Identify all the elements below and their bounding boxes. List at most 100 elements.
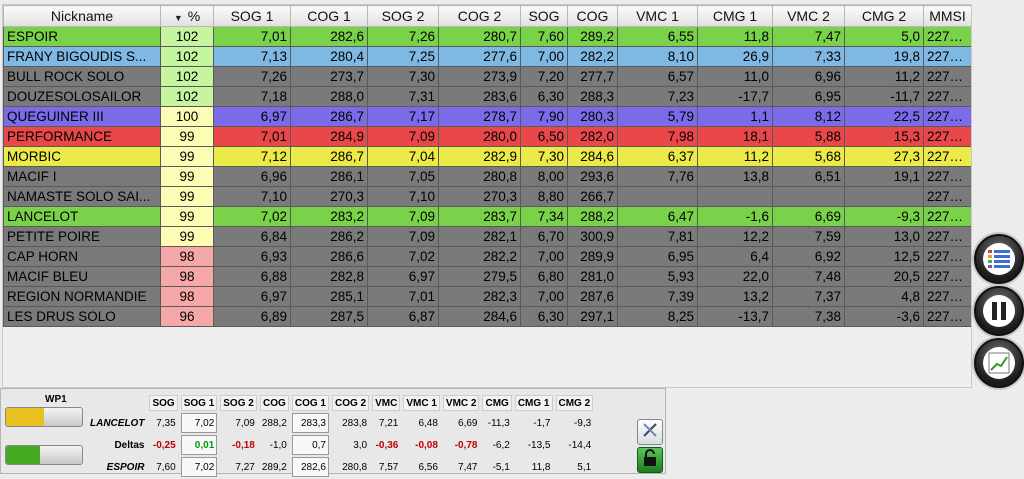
column-header[interactable]: COG 2	[438, 5, 521, 27]
comparison-value: 0,7	[291, 435, 329, 455]
value-cell: 288,0	[290, 86, 368, 107]
lock-button[interactable]	[637, 447, 663, 473]
column-header[interactable]: Nickname	[3, 5, 161, 27]
table-row[interactable]: LES DRUS SOLO 96 6,89 287,5 6,87 284,6 6,30 297…	[3, 306, 971, 327]
value-cell: 6,97	[213, 106, 291, 127]
comparison-value: -0,18	[232, 439, 255, 451]
list-view-button[interactable]	[974, 234, 1024, 284]
table-row[interactable]: BULL ROCK SOLO 102 7,26 273,7 7,30 273,9 7,20 2…	[3, 66, 971, 87]
table-row[interactable]: QUEGUINER III 100 6,97 286,7 7,17 278,7 7,90 28…	[3, 106, 971, 127]
column-header[interactable]: COG	[567, 5, 618, 27]
nickname-cell: NAMASTE SOLO SAI...	[3, 186, 161, 207]
value-cell: 7,09	[367, 126, 439, 147]
value-cell: 19,1	[844, 166, 924, 187]
pause-button[interactable]	[974, 286, 1024, 336]
value-cell: 13,0	[844, 226, 924, 247]
nickname-cell: PERFORMANCE	[3, 126, 161, 147]
value-cell: 7,00	[520, 286, 568, 307]
table-row[interactable]: MACIF BLEU 98 6,88 282,8 6,97 279,5 6,80 281,0 5…	[3, 266, 971, 287]
percent-cell: 102	[160, 66, 214, 87]
comparison-row: Deltas -0,25 0,01 -0,18 -1,0 0,7 3,0 -0,36 -0,08…	[88, 435, 593, 455]
value-cell	[772, 186, 845, 207]
value-cell: 2279...	[923, 306, 971, 327]
value-cell: 287,6	[567, 286, 618, 307]
percent-cell: 99	[160, 126, 214, 147]
comparison-header: SOG	[149, 395, 178, 411]
value-cell: 7,01	[213, 126, 291, 147]
column-header[interactable]: ▼%	[160, 5, 214, 27]
comparison-value: 288,2	[261, 417, 287, 429]
comparison-table: SOG SOG 1 SOG 2 COG COG 1 COG 2 VMC VMC 1 VMC 2C…	[85, 393, 596, 479]
comparison-header: COG 2	[332, 395, 370, 411]
table-row[interactable]: MORBIC 99 7,12 286,7 7,04 282,9 7,30 284,6 6,37 1…	[3, 146, 971, 167]
value-cell: 12,5	[844, 246, 924, 267]
table-row[interactable]: REGION NORMANDIE 98 6,97 285,1 7,01 282,3 7,00…	[3, 286, 971, 307]
value-cell: 7,02	[213, 206, 291, 227]
comparison-value: 7,02	[180, 457, 218, 477]
table-row[interactable]: DOUZESOLOSAILOR 102 7,18 288,0 7,31 283,6 6,30…	[3, 86, 971, 107]
comparison-value: -0,25	[152, 439, 176, 451]
value-cell: 6,4	[697, 246, 773, 267]
table-row[interactable]: FRANY BIGOUDIS S... 102 7,13 280,4 7,25 277,6…	[3, 46, 971, 67]
percent-cell: 102	[160, 26, 214, 47]
column-header[interactable]: CMG 1	[697, 5, 773, 27]
lock-icon	[642, 448, 658, 472]
comparison-value: 7,09	[235, 417, 255, 429]
column-header[interactable]: SOG	[520, 5, 568, 27]
column-header[interactable]: VMC 1	[617, 5, 698, 27]
value-cell: 5,93	[617, 266, 698, 287]
comparison-value: 3,0	[353, 439, 368, 451]
nickname-cell: BULL ROCK SOLO	[3, 66, 161, 87]
value-cell: 6,57	[617, 66, 698, 87]
table-row[interactable]: LANCELOT 99 7,02 283,2 7,09 283,7 7,34 288,2 6,4…	[3, 206, 971, 227]
table-row[interactable]: PERFORMANCE 99 7,01 284,9 7,09 280,0 6,50 282,0…	[3, 126, 971, 147]
chart-button[interactable]	[974, 338, 1024, 388]
value-cell: 280,7	[438, 26, 521, 47]
value-cell: 277,7	[567, 66, 618, 87]
comparison-row: LANCELOT 7,35 7,02 7,09 288,2 283,3 283,8 7,21 6…	[88, 413, 593, 433]
value-cell: 6,92	[772, 246, 845, 267]
value-cell: 282,2	[438, 246, 521, 267]
column-header[interactable]: COG 1	[290, 5, 368, 27]
value-cell: 11,2	[697, 146, 773, 167]
column-header-label: SOG 1	[230, 8, 274, 24]
tools-button[interactable]	[637, 419, 663, 445]
table-row[interactable]: MACIF I 99 6,96 286,1 7,05 280,8 8,00 293,6 7,76…	[3, 166, 971, 187]
comparison-value: -11,3	[487, 417, 510, 429]
table-row[interactable]: PETITE POIRE 99 6,84 286,2 7,09 282,1 6,70 300,…	[3, 226, 971, 247]
value-cell: 6,97	[213, 286, 291, 307]
percent-cell: 98	[160, 266, 214, 287]
value-cell: 7,30	[367, 66, 439, 87]
comparison-value: -14,4	[568, 439, 592, 451]
column-header-label: CMG 2	[861, 8, 907, 24]
column-header[interactable]: MMSI	[923, 5, 971, 27]
sort-desc-icon: ▼	[173, 13, 183, 23]
value-cell: 7,81	[617, 226, 698, 247]
value-cell: 6,47	[617, 206, 698, 227]
value-cell: 286,7	[290, 106, 368, 127]
value-cell: 7,37	[772, 286, 845, 307]
comparison-value: -9,3	[573, 417, 592, 429]
nickname-cell: DOUZESOLOSAILOR	[3, 86, 161, 107]
percent-cell: 99	[160, 206, 214, 227]
table-row[interactable]: ESPOIR 102 7,01 282,6 7,26 280,7 7,60 289,2 6,55…	[3, 26, 971, 47]
comparison-header: COG 1	[291, 395, 329, 411]
column-header[interactable]: SOG 2	[367, 5, 439, 27]
column-header-label: SOG	[528, 8, 560, 24]
table-row[interactable]: NAMASTE SOLO SAI... 99 7,10 270,3 7,10 270,3 8…	[3, 186, 971, 207]
column-header[interactable]: SOG 1	[213, 5, 291, 27]
value-cell: 20,5	[844, 266, 924, 287]
value-cell: 7,09	[367, 226, 439, 247]
value-cell: 2279...	[923, 126, 971, 147]
value-cell: 270,3	[438, 186, 521, 207]
value-cell	[617, 186, 698, 207]
value-cell: 284,9	[290, 126, 368, 147]
value-cell: 2279...	[923, 26, 971, 47]
table-row[interactable]: CAP HORN 98 6,93 286,6 7,02 282,2 7,00 289,9 6,9…	[3, 246, 971, 267]
column-header[interactable]: CMG 2	[844, 5, 924, 27]
column-header[interactable]: VMC 2	[772, 5, 845, 27]
value-cell: 6,95	[617, 246, 698, 267]
comparison-header: SOG 1	[180, 395, 218, 411]
value-cell: 11,0	[697, 66, 773, 87]
comparison-value: -5,1	[492, 461, 510, 473]
